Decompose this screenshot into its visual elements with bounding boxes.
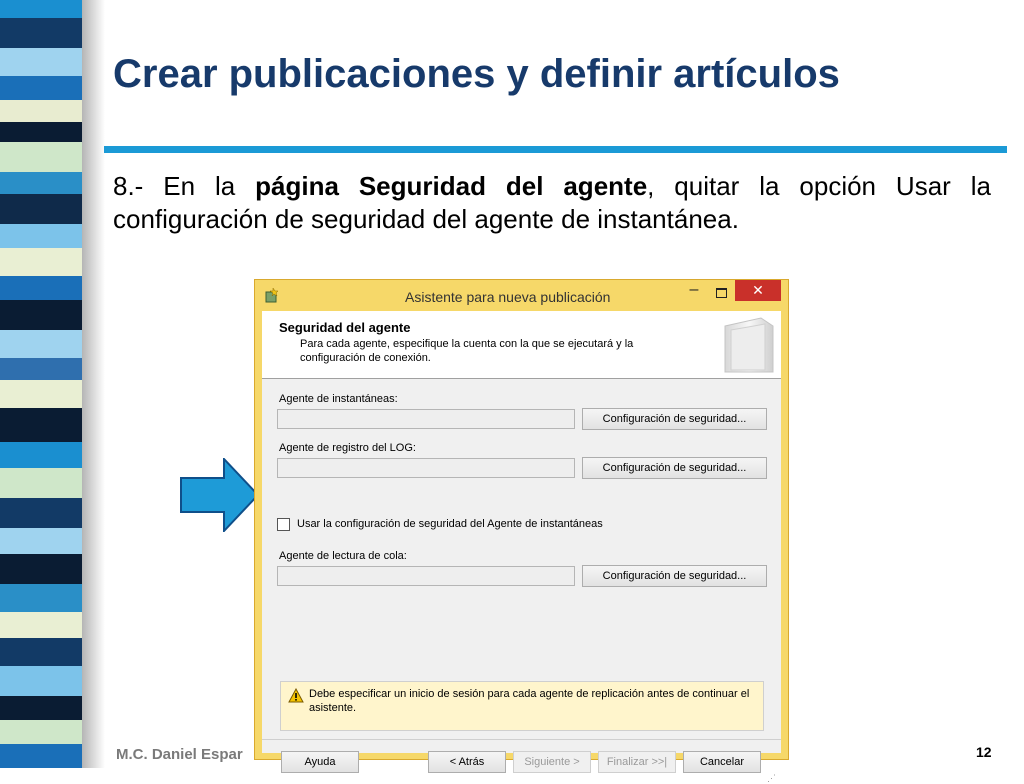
stripe-band bbox=[0, 330, 82, 358]
stripe-band bbox=[0, 300, 82, 330]
body-prefix: 8.- En la bbox=[113, 171, 256, 201]
warning-message-box: Debe especificar un inicio de sesión par… bbox=[280, 681, 764, 731]
close-button[interactable]: ✕ bbox=[735, 280, 781, 301]
warning-icon bbox=[288, 688, 304, 703]
stripe-shadow bbox=[82, 0, 105, 768]
back-button[interactable]: < Atrás bbox=[428, 751, 506, 773]
stripe-band bbox=[0, 584, 82, 612]
stripe-band bbox=[0, 48, 82, 76]
stripe-band bbox=[0, 696, 82, 720]
decorative-stripe bbox=[0, 0, 105, 768]
wizard-page-description: Para cada agente, especifique la cuenta … bbox=[300, 338, 634, 364]
book-graphic-icon bbox=[724, 317, 774, 373]
footer-author: M.C. Daniel Espar bbox=[116, 746, 243, 763]
stripe-band bbox=[0, 172, 82, 194]
stripe-band bbox=[0, 100, 82, 122]
stripe-band bbox=[0, 720, 82, 744]
queue-reader-agent-label: Agente de lectura de cola: bbox=[279, 550, 407, 562]
wizard-page-title: Seguridad del agente bbox=[279, 320, 411, 335]
button-separator bbox=[262, 739, 781, 740]
resize-grip-icon[interactable]: ⋰ bbox=[767, 773, 776, 784]
stripe-band bbox=[0, 380, 82, 408]
snapshot-security-button[interactable]: Configuración de seguridad... bbox=[582, 408, 767, 430]
cancel-button[interactable]: Cancelar bbox=[683, 751, 761, 773]
stripe-band bbox=[0, 612, 82, 638]
stripe-band bbox=[0, 224, 82, 248]
warning-text: Debe especificar un inicio de sesión par… bbox=[309, 688, 750, 714]
log-reader-agent-label: Agente de registro del LOG: bbox=[279, 442, 416, 454]
stripe-band bbox=[0, 76, 82, 100]
wizard-dialog: Asistente para nueva publicación – ✕ Seg… bbox=[254, 279, 789, 783]
maximize-icon bbox=[716, 288, 727, 298]
queue-reader-security-button[interactable]: Configuración de seguridad... bbox=[582, 565, 767, 587]
use-snapshot-security-checkbox-label[interactable]: Usar la configuración de seguridad del A… bbox=[297, 518, 603, 530]
slide-body-text: 8.- En la página Seguridad del agente, q… bbox=[113, 170, 991, 236]
dialog-title: Asistente para nueva publicación bbox=[405, 289, 611, 305]
stripe-band bbox=[0, 142, 82, 172]
dialog-client-area: Seguridad del agente Para cada agente, e… bbox=[262, 311, 781, 783]
snapshot-agent-label: Agente de instantáneas: bbox=[279, 393, 398, 405]
stripe-band bbox=[0, 638, 82, 666]
help-button[interactable]: Ayuda bbox=[281, 751, 359, 773]
stripe-band bbox=[0, 0, 82, 18]
slide-title: Crear publicaciones y definir artículos bbox=[113, 52, 840, 96]
stripe-band bbox=[0, 442, 82, 468]
stripe-band bbox=[0, 744, 82, 768]
dialog-titlebar[interactable]: Asistente para nueva publicación – ✕ bbox=[255, 280, 788, 310]
stripe-band bbox=[0, 554, 82, 584]
minimize-button[interactable]: – bbox=[681, 282, 707, 303]
title-underline bbox=[104, 146, 1007, 153]
maximize-button[interactable] bbox=[708, 283, 734, 303]
stripe-band bbox=[0, 528, 82, 554]
body-bold-phrase: página Seguridad del agente bbox=[255, 171, 648, 201]
finish-button[interactable]: Finalizar >>| bbox=[598, 751, 676, 773]
stripe-band bbox=[0, 358, 82, 380]
stripe-band bbox=[0, 498, 82, 528]
stripe-band bbox=[0, 408, 82, 442]
stripe-band bbox=[0, 248, 82, 276]
stripe-band bbox=[0, 194, 82, 224]
stripe-band bbox=[0, 18, 82, 48]
next-button[interactable]: Siguiente > bbox=[513, 751, 591, 773]
page-number: 12 bbox=[976, 744, 992, 760]
snapshot-agent-field[interactable] bbox=[277, 409, 575, 429]
queue-reader-agent-field[interactable] bbox=[277, 566, 575, 586]
log-reader-security-button[interactable]: Configuración de seguridad... bbox=[582, 457, 767, 479]
wizard-app-icon bbox=[265, 287, 279, 303]
wizard-header-panel: Seguridad del agente Para cada agente, e… bbox=[262, 311, 781, 379]
log-reader-agent-field[interactable] bbox=[277, 458, 575, 478]
stripe-band bbox=[0, 122, 82, 142]
stripe-band bbox=[0, 468, 82, 498]
right-arrow-icon bbox=[180, 458, 260, 532]
stripe-band bbox=[0, 666, 82, 696]
checkbox-icon[interactable] bbox=[277, 518, 290, 531]
stripe-band bbox=[0, 276, 82, 300]
